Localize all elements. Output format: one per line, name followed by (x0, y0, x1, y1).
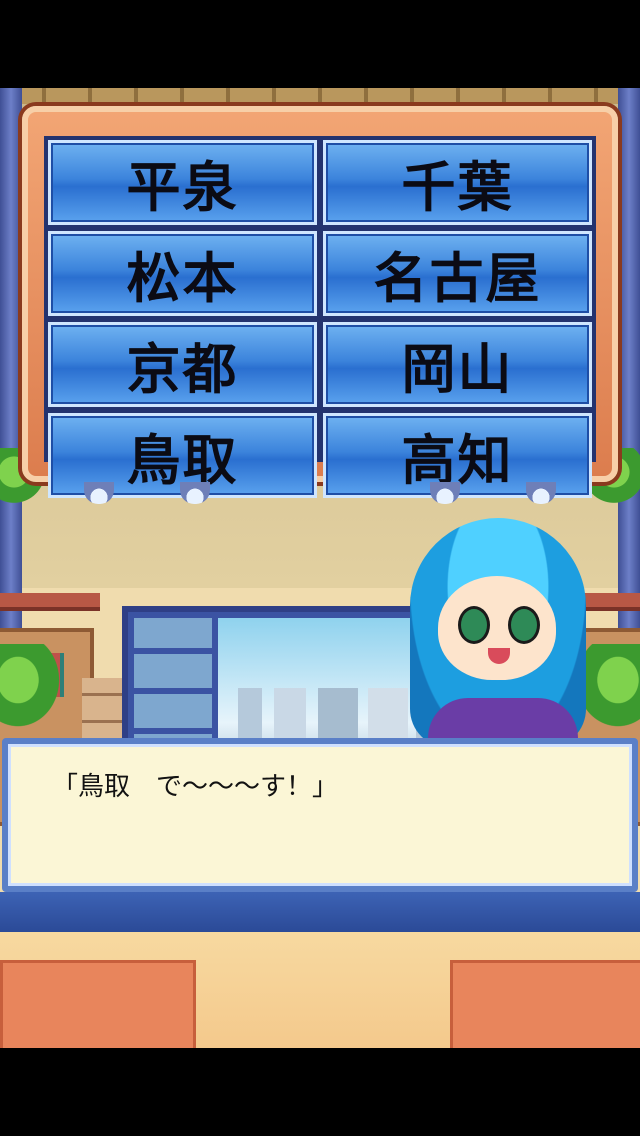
stage-edge (0, 892, 640, 932)
left-plant (0, 644, 66, 734)
left-shelf (0, 593, 100, 611)
answer-option-1[interactable]: 平泉 (48, 140, 317, 225)
dialog-box[interactable]: 「鳥取 で～～～す！」 (2, 738, 638, 892)
left-rug (0, 960, 196, 1048)
dialog-text: 「鳥取 で～～～す！」 (52, 772, 339, 802)
answer-board: 平泉 千葉 松本 名古屋 京都 岡山 鳥取 高知 (22, 106, 618, 498)
character-right-eye (508, 606, 540, 644)
game-screen: 平泉 千葉 松本 名古屋 京都 岡山 鳥取 高知 「鳥取 で～～～す！」 (0, 88, 640, 1048)
answer-option-4[interactable]: 名古屋 (323, 231, 592, 316)
answer-grid: 平泉 千葉 松本 名古屋 京都 岡山 鳥取 高知 (44, 136, 596, 498)
answer-option-5[interactable]: 京都 (48, 322, 317, 407)
character-face (438, 576, 556, 680)
character-mouth (488, 648, 510, 664)
right-rug (450, 960, 640, 1048)
character-left-eye (458, 606, 490, 644)
answer-option-2[interactable]: 千葉 (323, 140, 592, 225)
host-character (398, 518, 598, 768)
answer-option-3[interactable]: 松本 (48, 231, 317, 316)
answer-option-6[interactable]: 岡山 (323, 322, 592, 407)
